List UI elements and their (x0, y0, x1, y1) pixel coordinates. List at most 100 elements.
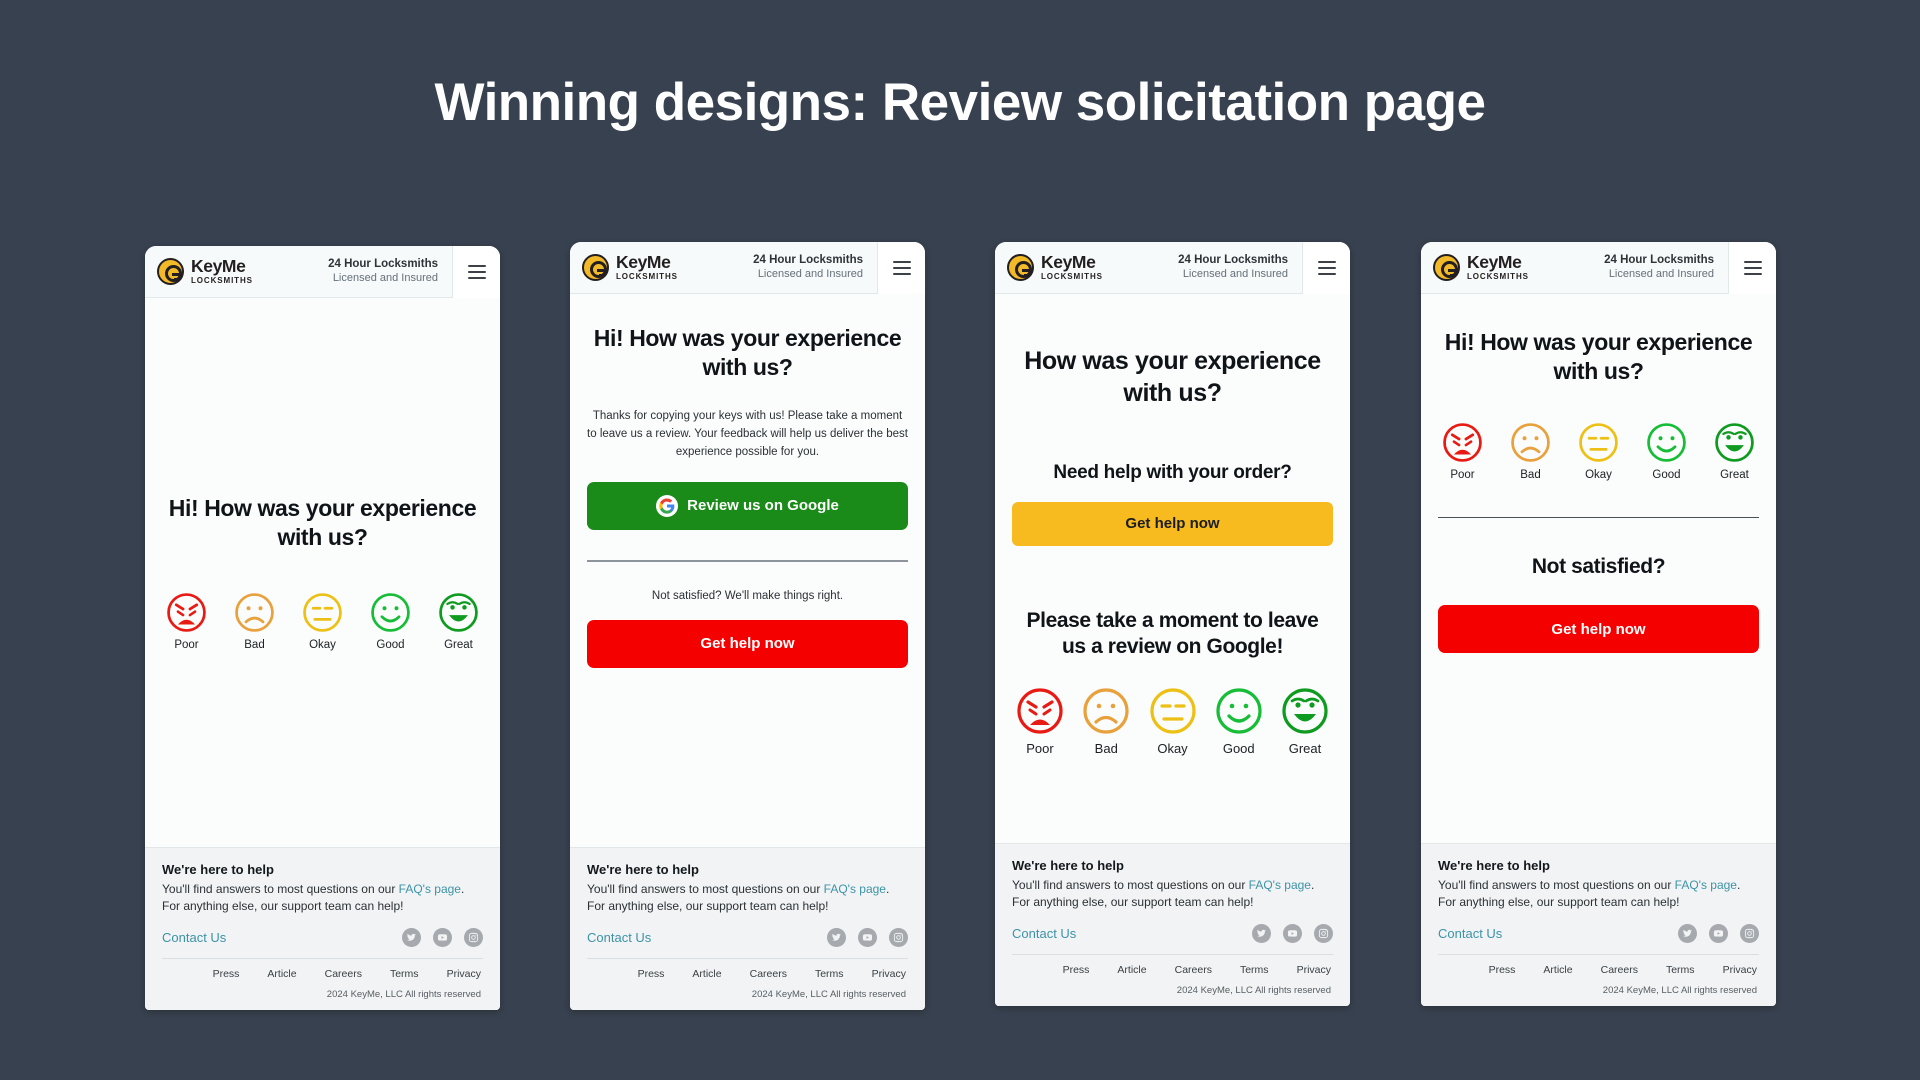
footer-link-careers[interactable]: Careers (1175, 964, 1212, 976)
angry-face-icon (167, 593, 206, 632)
twitter-icon[interactable] (1678, 924, 1697, 943)
page-body: Hi! How was your experience with us? Tha… (570, 294, 925, 847)
rating-option-good[interactable]: Good (370, 592, 411, 651)
site-footer: We're here to help You'll find answers t… (1421, 842, 1776, 1006)
get-help-now-button[interactable]: Get help now (1438, 605, 1759, 654)
footer-link-privacy[interactable]: Privacy (1297, 964, 1331, 976)
get-help-now-button[interactable]: Get help now (587, 619, 908, 668)
footer-link-press[interactable]: Press (638, 968, 665, 980)
faq-link[interactable]: FAQ's page (824, 882, 886, 896)
footer-link-article[interactable]: Article (1543, 964, 1572, 976)
footer-link-press[interactable]: Press (213, 968, 240, 980)
not-satisfied-text: Not satisfied? We'll make things right. (651, 589, 844, 602)
site-header: KeyMe LOCKSMITHS 24 Hour Locksmiths Lice… (995, 242, 1350, 294)
footer-link-privacy[interactable]: Privacy (447, 968, 481, 980)
rating-option-bad[interactable]: Bad (1510, 422, 1551, 481)
instagram-icon[interactable] (1314, 924, 1333, 943)
youtube-icon[interactable] (433, 928, 452, 947)
footer-copy-before: You'll find answers to most questions on… (162, 881, 399, 896)
rating-option-okay[interactable]: Okay (302, 592, 343, 651)
footer-copy-before: You'll find answers to most questions on… (1012, 877, 1249, 892)
copyright-text: 2024 KeyMe, LLC All rights reserved (1176, 985, 1331, 996)
footer-link-article[interactable]: Article (267, 968, 296, 980)
footer-link-terms[interactable]: Terms (1240, 964, 1269, 976)
footer-link-privacy[interactable]: Privacy (1723, 964, 1757, 976)
need-help-text: Need help with your order? (1053, 461, 1292, 483)
rating-option-great[interactable]: Great (1281, 687, 1329, 756)
brand-logo[interactable]: KeyMe LOCKSMITHS (1433, 251, 1529, 282)
rating-option-okay[interactable]: Okay (1149, 687, 1197, 756)
rating-option-great[interactable]: Great (438, 592, 479, 651)
rating-option-okay[interactable]: Okay (1578, 422, 1619, 481)
footer-link-privacy[interactable]: Privacy (872, 968, 906, 980)
site-footer: We're here to help You'll find answers t… (570, 846, 925, 1010)
twitter-icon[interactable] (827, 928, 846, 947)
phone-mockup-design-2: KeyMe LOCKSMITHS 24 Hour Locksmiths Lice… (570, 242, 925, 1010)
brand-logo[interactable]: KeyMe LOCKSMITHS (157, 257, 253, 286)
footer-link-careers[interactable]: Careers (1601, 964, 1638, 976)
instagram-icon[interactable] (464, 928, 483, 947)
rating-option-good[interactable]: Good (1646, 422, 1687, 481)
footer-divider (1438, 954, 1759, 955)
footer-link-article[interactable]: Article (1117, 964, 1146, 976)
footer-title: We're here to help (162, 861, 274, 877)
hamburger-menu-icon[interactable] (452, 246, 500, 298)
footer-link-terms[interactable]: Terms (390, 968, 419, 980)
brand-logo[interactable]: KeyMe LOCKSMITHS (1007, 253, 1103, 282)
rating-option-bad[interactable]: Bad (234, 592, 275, 651)
rating-option-bad[interactable]: Bad (1082, 687, 1130, 756)
footer-link-terms[interactable]: Terms (815, 968, 844, 980)
contact-us-link[interactable]: Contact Us (1438, 926, 1502, 941)
twitter-icon[interactable] (1252, 924, 1271, 943)
review-on-google-button[interactable]: Review us on Google (587, 481, 908, 530)
footer-link-careers[interactable]: Careers (750, 968, 787, 980)
twitter-icon[interactable] (402, 928, 421, 947)
rating-label: Great (444, 639, 473, 652)
rating-label: Great (1288, 740, 1322, 756)
hamburger-menu-icon[interactable] (1728, 242, 1776, 294)
contact-us-link[interactable]: Contact Us (1012, 926, 1076, 941)
site-footer: We're here to help You'll find answers t… (145, 846, 500, 1010)
hamburger-menu-icon[interactable] (877, 242, 925, 294)
faq-link[interactable]: FAQ's page (1675, 878, 1737, 892)
footer-link-article[interactable]: Article (692, 968, 721, 980)
rating-option-poor[interactable]: Poor (1016, 687, 1064, 756)
slide-title: Winning designs: Review solicitation pag… (434, 73, 1486, 132)
header-tagline-line1: 24 Hour Locksmiths (328, 258, 438, 271)
footer-link-terms[interactable]: Terms (1666, 964, 1695, 976)
hamburger-menu-icon[interactable] (1302, 242, 1350, 294)
grin-face-icon (1715, 423, 1754, 463)
rating-option-good[interactable]: Good (1215, 687, 1263, 756)
page-headline: Hi! How was your experience with us? (168, 494, 477, 550)
social-links (1252, 924, 1333, 943)
page-body: Hi! How was your experience with us? Poo… (1421, 294, 1776, 843)
footer-link-press[interactable]: Press (1489, 964, 1516, 976)
footer-links: Press Article Careers Terms Privacy (162, 968, 483, 980)
angry-face-icon (1017, 688, 1063, 734)
brand-logo[interactable]: KeyMe LOCKSMITHS (582, 253, 678, 282)
instagram-icon[interactable] (1740, 924, 1759, 943)
brand-name: KeyMe (1467, 251, 1522, 272)
contact-us-link[interactable]: Contact Us (587, 930, 651, 945)
rating-option-great[interactable]: Great (1714, 422, 1755, 481)
youtube-icon[interactable] (858, 928, 877, 947)
header-tagline-line2: Licensed and Insured (1182, 267, 1288, 280)
footer-link-careers[interactable]: Careers (325, 968, 362, 980)
rating-faces-row: Poor Bad Okay Good Great (1438, 422, 1759, 481)
footer-link-press[interactable]: Press (1063, 964, 1090, 976)
rating-option-poor[interactable]: Poor (166, 592, 207, 651)
phone-mockup-design-1: KeyMe LOCKSMITHS 24 Hour Locksmiths Lice… (145, 246, 500, 1010)
rating-faces-row: Poor Bad Okay Good Great (1012, 687, 1333, 756)
brand-subtitle: LOCKSMITHS (1467, 272, 1529, 282)
youtube-icon[interactable] (1283, 924, 1302, 943)
contact-us-link[interactable]: Contact Us (162, 930, 226, 945)
rating-option-poor[interactable]: Poor (1442, 422, 1483, 481)
instagram-icon[interactable] (889, 928, 908, 947)
page-headline: How was your experience with us? (1024, 347, 1321, 407)
get-help-now-button[interactable]: Get help now (1012, 501, 1333, 546)
faq-link[interactable]: FAQ's page (1249, 878, 1311, 892)
copyright-text: 2024 KeyMe, LLC All rights reserved (326, 989, 481, 1000)
section-divider (1438, 517, 1759, 519)
faq-link[interactable]: FAQ's page (399, 882, 461, 896)
youtube-icon[interactable] (1709, 924, 1728, 943)
